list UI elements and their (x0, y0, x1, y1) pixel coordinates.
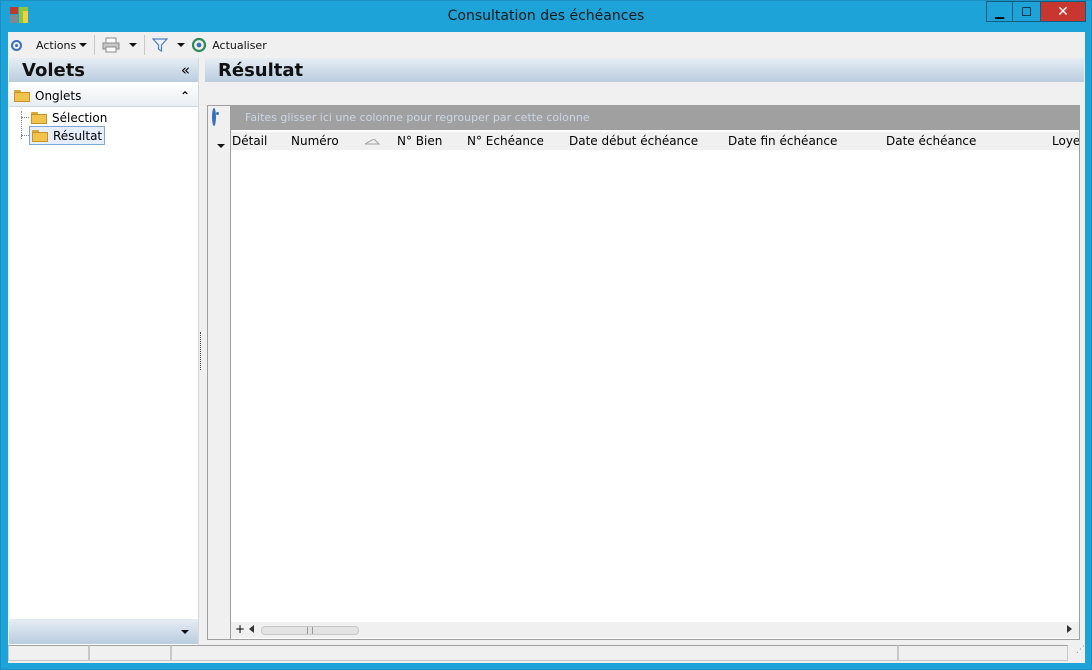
horizontal-scrollbar[interactable]: + (231, 622, 1079, 638)
client-area: Actions Actualiser Volets « Onglets ⌃ Sé… (8, 32, 1085, 663)
chevron-down-icon (177, 43, 186, 47)
tabs-tree: Sélection Résultat (9, 107, 198, 147)
folder-open-icon (32, 129, 48, 142)
tree-line (21, 117, 29, 118)
options-icon (212, 108, 216, 126)
result-pane: Résultat Faites glisser ici une colonne … (205, 58, 1084, 645)
grip-icon (307, 627, 313, 634)
status-panel-2 (89, 645, 171, 661)
options-icon (11, 39, 22, 51)
close-button[interactable]: ✕ (1040, 1, 1086, 22)
pane-splitter[interactable] (200, 332, 203, 370)
status-panel-3 (171, 645, 898, 661)
left-pane: Volets « Onglets ⌃ Sélection Résultat (9, 58, 199, 645)
status-panel-1 (8, 645, 89, 661)
grid-options-button[interactable] (212, 108, 216, 126)
left-pane-footer[interactable] (9, 619, 198, 644)
column-header-loyer[interactable]: Loyer (1052, 134, 1079, 148)
actions-menu-button[interactable]: Actions (33, 34, 90, 56)
minimize-button[interactable]: ▁ (986, 1, 1013, 22)
left-pane-header: Volets « (9, 58, 198, 82)
refresh-icon (192, 37, 207, 53)
column-header-date-echeance[interactable]: Date échéance (886, 134, 976, 148)
filter-dropdown-button[interactable] (171, 34, 188, 56)
close-icon: ✕ (1057, 3, 1069, 20)
group-by-hint: Faites glisser ici une colonne pour regr… (245, 111, 590, 124)
scroll-left-icon[interactable] (249, 625, 254, 633)
chevron-down-icon (217, 144, 225, 148)
chevron-down-icon (181, 629, 189, 634)
tabs-group-label: Onglets (35, 88, 82, 103)
print-button[interactable] (99, 34, 123, 56)
expand-icon[interactable]: + (235, 622, 245, 636)
folder-icon (14, 89, 30, 102)
print-dropdown-button[interactable] (123, 34, 140, 56)
result-pane-title: Résultat (218, 59, 304, 81)
tree-item-resultat[interactable]: Résultat (29, 126, 106, 145)
status-bar: ⋰ (8, 645, 1085, 663)
tree-item-label: Sélection (52, 110, 108, 125)
collapse-pane-icon[interactable]: « (181, 61, 190, 79)
window-title: Consultation des échéances (447, 8, 645, 24)
maximize-icon: ☐ (1021, 4, 1032, 19)
application-window: Consultation des échéances ▁ ☐ ✕ Actions (0, 0, 1092, 670)
actions-label: Actions (36, 38, 77, 52)
toolbar-separator (144, 35, 146, 55)
sort-ascending-icon (365, 139, 381, 145)
toolbar-options-button[interactable] (8, 34, 25, 56)
tree-line (21, 135, 29, 136)
group-by-area[interactable]: Faites glisser ici une colonne pour regr… (231, 106, 1079, 130)
printer-icon (102, 37, 120, 53)
filter-button[interactable] (149, 34, 171, 56)
filter-icon (152, 38, 169, 53)
scrollbar-thumb[interactable] (261, 626, 359, 635)
tree-item-selection[interactable]: Sélection (29, 109, 109, 126)
grid-row-selector-column (208, 106, 231, 639)
tabs-group-label-wrap: Onglets (14, 89, 81, 103)
left-pane-title: Volets (22, 59, 86, 81)
grid-column-chooser-button[interactable] (214, 137, 225, 151)
scroll-right-icon[interactable] (1067, 625, 1072, 633)
refresh-label: Actualiser (212, 38, 267, 52)
collapse-group-icon[interactable]: ⌃ (180, 89, 190, 103)
resize-grip-icon[interactable]: ⋰ (1068, 645, 1085, 661)
column-header-numero[interactable]: Numéro (291, 134, 339, 148)
column-header-date-debut[interactable]: Date début échéance (569, 134, 698, 148)
toolbar: Actions Actualiser (8, 32, 1085, 58)
minimize-icon: ▁ (994, 4, 1005, 19)
chevron-down-icon (129, 43, 138, 47)
maximize-button[interactable]: ☐ (1012, 1, 1041, 22)
result-pane-header: Résultat (205, 58, 1084, 82)
column-header-date-fin[interactable]: Date fin échéance (728, 134, 837, 148)
column-header-n-bien[interactable]: N° Bien (397, 134, 442, 148)
tabs-group-header[interactable]: Onglets ⌃ (9, 85, 198, 107)
folder-icon (31, 111, 47, 124)
tree-item-label: Résultat (53, 128, 103, 143)
title-bar[interactable]: Consultation des échéances ▁ ☐ ✕ (1, 1, 1091, 31)
column-header-detail[interactable]: Détail (232, 134, 267, 148)
column-header-n-echeance[interactable]: N° Echéance (467, 134, 544, 148)
chevron-down-icon (79, 43, 88, 47)
status-panel-4 (898, 645, 1068, 661)
column-header-row: Détail Numéro N° Bien N° Echéance Date d… (231, 132, 1079, 150)
result-grid[interactable]: Faites glisser ici une colonne pour regr… (207, 105, 1080, 640)
toolbar-separator (94, 35, 96, 55)
refresh-button[interactable]: Actualiser (188, 34, 270, 56)
grid-body (231, 150, 1079, 622)
